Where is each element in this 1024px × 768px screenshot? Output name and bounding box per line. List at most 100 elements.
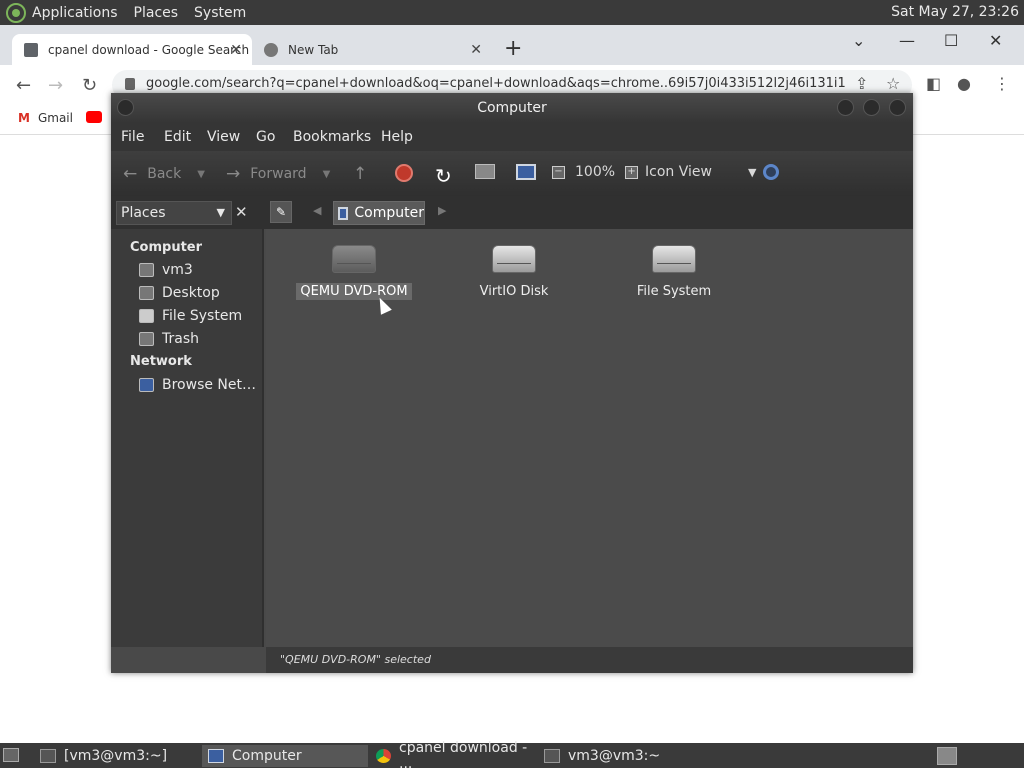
task-terminal-1[interactable]: [vm3@vm3:~] — [34, 745, 194, 767]
computer-icon — [208, 749, 224, 763]
maximize-icon[interactable] — [863, 99, 880, 116]
url-text[interactable]: google.com/search?q=cpanel+download&oq=c… — [146, 76, 846, 91]
menu-places[interactable]: Places — [134, 5, 179, 21]
back-arrow-icon[interactable]: ← — [16, 75, 31, 96]
clock[interactable]: Sat May 27, 23:26 — [891, 4, 1019, 20]
chrome-icon — [376, 749, 392, 763]
up-button[interactable]: ↑ — [353, 164, 377, 184]
new-tab-button[interactable]: + — [504, 36, 522, 61]
drive-label: File System — [636, 284, 712, 299]
reload-icon: ↻ — [435, 164, 452, 188]
forward-arrow-icon[interactable]: → — [48, 75, 63, 96]
drive-icon — [139, 309, 154, 323]
back-arrow-icon: ← — [123, 164, 138, 184]
zoom-in-icon[interactable]: + — [625, 165, 639, 179]
tab-title: New Tab — [288, 42, 339, 57]
menu-edit[interactable]: Edit — [164, 129, 191, 145]
share-icon[interactable]: ⇪ — [855, 74, 868, 93]
close-icon[interactable] — [889, 99, 906, 116]
sidebar-item-vm3[interactable]: vm3 — [139, 262, 193, 278]
gmail-icon: M — [18, 111, 30, 125]
menu-applications[interactable]: Applications — [32, 5, 118, 21]
zoom-out-icon[interactable]: − — [552, 165, 565, 179]
up-arrow-icon: ↑ — [353, 164, 368, 184]
profile-avatar-icon[interactable]: ● — [957, 74, 971, 93]
zoom-control[interactable]: − 100% + — [552, 164, 639, 180]
menu-file[interactable]: File — [121, 129, 144, 145]
desktop-folder-icon — [139, 286, 154, 300]
breadcrumb-left-arrow-icon[interactable]: ◀ — [313, 204, 321, 217]
places-sidebar: Computer vm3 Desktop File System Trash N… — [111, 229, 264, 647]
close-tab-icon[interactable]: ✕ — [470, 42, 482, 58]
lock-icon[interactable] — [125, 78, 135, 90]
file-manager-toolbar: ← Back ▼ → Forward ▼ ↑ ↻ − 100% + Icon V… — [111, 151, 913, 196]
tab-search-icon[interactable]: ⌄ — [852, 31, 865, 50]
stop-icon — [395, 164, 413, 182]
home-folder-icon — [475, 164, 495, 179]
sidebar-item-trash[interactable]: Trash — [139, 331, 199, 347]
home-button[interactable] — [475, 164, 495, 179]
distro-logo-icon[interactable] — [6, 2, 26, 23]
hard-disk-icon — [652, 245, 696, 273]
drive-qemu-dvd-rom[interactable]: QEMU DVD-ROM — [284, 245, 424, 300]
sidebar-type-select[interactable]: Places ▼ — [116, 201, 232, 225]
search-icon — [763, 164, 779, 180]
computer-icon — [516, 164, 536, 180]
file-manager-window: Computer File Edit View Go Bookmarks Hel… — [111, 93, 913, 673]
view-mode-select[interactable]: Icon View ▼ — [645, 164, 756, 180]
tab-google-search[interactable]: cpanel download - Google Search ✕ — [12, 34, 252, 65]
close-sidebar-icon[interactable]: ✕ — [235, 203, 248, 221]
drive-label: QEMU DVD-ROM — [296, 283, 412, 300]
bookmark-label: Gmail — [37, 111, 73, 125]
tab-new-tab[interactable]: New Tab ✕ — [252, 34, 492, 65]
edit-path-icon[interactable]: ✎ — [270, 201, 292, 223]
sidebar-item-file-system[interactable]: File System — [139, 308, 242, 324]
computer-icon — [338, 206, 349, 220]
bottom-taskbar: [vm3@vm3:~] Computer cpanel download - .… — [0, 740, 1024, 768]
side-panel-icon[interactable]: ◧ — [926, 74, 941, 93]
workspace-switcher-icon[interactable] — [937, 747, 957, 765]
close-tab-icon[interactable]: ✕ — [230, 42, 242, 58]
chevron-down-icon[interactable]: ▼ — [197, 169, 205, 180]
chevron-down-icon[interactable]: ▼ — [323, 169, 331, 180]
menu-view[interactable]: View — [207, 129, 240, 145]
task-computer[interactable]: Computer — [202, 745, 368, 767]
minimize-icon[interactable] — [837, 99, 854, 116]
window-menu-icon[interactable] — [117, 99, 134, 116]
close-window-icon[interactable]: ✕ — [989, 31, 1002, 50]
show-desktop-icon[interactable] — [3, 748, 19, 762]
breadcrumb-computer[interactable]: Computer — [333, 201, 425, 225]
sidebar-item-desktop[interactable]: Desktop — [139, 285, 220, 301]
computer-button[interactable] — [516, 164, 536, 180]
forward-button[interactable]: → Forward ▼ — [226, 164, 330, 184]
breadcrumb-right-arrow-icon[interactable]: ▶ — [438, 204, 446, 217]
reload-button[interactable]: ↻ — [435, 164, 462, 188]
trash-icon — [139, 332, 154, 346]
hard-disk-icon — [492, 245, 536, 273]
more-menu-icon[interactable]: ⋮ — [994, 74, 1010, 93]
sidebar-item-browse-network[interactable]: Browse Net… — [139, 377, 256, 393]
bookmark-youtube[interactable] — [86, 111, 102, 123]
back-button[interactable]: ← Back ▼ — [123, 164, 205, 184]
task-terminal-2[interactable]: vm3@vm3:~ — [538, 745, 698, 767]
search-button[interactable] — [763, 164, 779, 180]
maximize-icon[interactable]: ☐ — [944, 31, 958, 50]
bookmark-star-icon[interactable]: ☆ — [886, 74, 900, 93]
task-chrome[interactable]: cpanel download - ... — [370, 740, 536, 768]
forward-arrow-icon: → — [226, 164, 241, 184]
stop-button[interactable] — [395, 164, 413, 182]
status-bar: "QEMU DVD-ROM" selected — [266, 647, 913, 673]
window-titlebar[interactable]: Computer — [111, 93, 913, 123]
menu-help[interactable]: Help — [381, 129, 413, 145]
menu-system[interactable]: System — [194, 5, 246, 21]
google-favicon-icon — [24, 42, 38, 57]
drive-file-system[interactable]: File System — [604, 245, 744, 300]
reload-icon[interactable]: ↻ — [82, 75, 97, 96]
minimize-icon[interactable]: — — [899, 31, 915, 50]
drive-virtio-disk[interactable]: VirtIO Disk — [444, 245, 584, 300]
bookmark-gmail[interactable]: M Gmail — [18, 111, 73, 125]
icon-view[interactable]: QEMU DVD-ROM VirtIO Disk File System — [266, 229, 913, 647]
menu-go[interactable]: Go — [256, 129, 275, 145]
menu-bookmarks[interactable]: Bookmarks — [293, 129, 371, 145]
network-icon — [139, 378, 154, 392]
